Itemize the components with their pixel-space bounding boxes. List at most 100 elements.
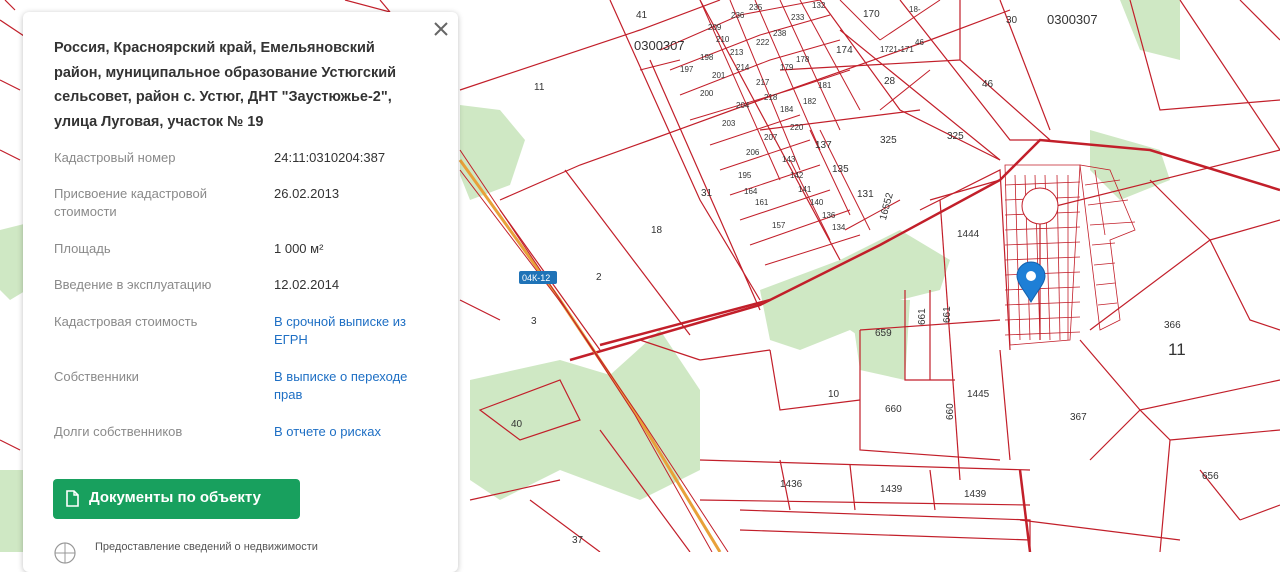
map-label: 200: [700, 89, 714, 98]
map-label: 207: [764, 133, 778, 142]
map-label: 142: [790, 171, 804, 180]
row-value: 24:11:0310204:387: [274, 150, 386, 165]
globe-icon: [54, 542, 76, 564]
map-label: 10: [828, 389, 840, 400]
map-label: 40: [511, 419, 523, 430]
object-address: Россия, Красноярский край, Емельяновский…: [54, 40, 397, 130]
map-label: 11: [1168, 340, 1186, 359]
map-label: 174: [836, 45, 853, 56]
location-marker-icon[interactable]: [1016, 261, 1046, 303]
row-label: Долги собственников: [54, 424, 183, 439]
map-label: 0300307: [634, 38, 685, 53]
map-label: 3: [531, 316, 537, 327]
map-label: 660: [945, 403, 956, 420]
map-label: 204: [736, 101, 750, 110]
map-label: 233: [791, 13, 805, 22]
map-label: 136: [822, 211, 836, 220]
map-label: 46: [982, 79, 994, 90]
map-label: 37: [572, 535, 584, 546]
small-plots-upper: [639, 0, 941, 266]
row-label: Собственники: [54, 369, 139, 384]
row-label: Кадастровый номер: [54, 150, 176, 165]
map-label: 1721-171: [880, 45, 914, 54]
map-label: 367: [1070, 412, 1087, 423]
map-label: 179: [780, 63, 794, 72]
map-label: 195: [738, 171, 752, 180]
svg-text:04К-12: 04К-12: [522, 273, 550, 283]
map-label: 16552: [878, 191, 896, 221]
map-label: 222: [756, 38, 770, 47]
map-label: 161: [755, 198, 769, 207]
cadastral-value-link[interactable]: В срочной выписке из ЕГРН: [274, 313, 434, 349]
map-label: 660: [885, 404, 902, 415]
map-label: 135: [832, 164, 849, 175]
map-label: 18-: [909, 5, 921, 14]
map-label: 1444: [957, 229, 980, 240]
map-label: 213: [730, 48, 744, 57]
risk-report-link[interactable]: В отчете о рисках: [274, 423, 434, 441]
map-label: 201: [712, 71, 726, 80]
map-label: 143: [782, 155, 796, 164]
map-label: 1445: [967, 389, 990, 400]
row-value: 1 000 м²: [274, 241, 324, 256]
footer-text: Предоставление сведений о недвижимости: [95, 541, 318, 553]
map-label: 209: [708, 23, 722, 32]
map-label: 238: [773, 29, 787, 38]
row-label: Площадь: [54, 241, 111, 256]
map-label: 41: [636, 10, 648, 21]
map-label: 30: [1006, 15, 1018, 26]
row-label: Кадастровая стоимость: [54, 314, 198, 329]
close-icon[interactable]: [430, 18, 452, 40]
row-value: 26.02.2013: [274, 186, 340, 201]
map-label: 140: [810, 198, 824, 207]
map-label: 131: [857, 189, 874, 200]
document-icon: [66, 490, 79, 507]
map-label: 141: [798, 185, 812, 194]
map-label: 28: [884, 76, 896, 87]
button-label: Документы по объекту: [89, 489, 261, 506]
map-label: 661: [942, 306, 953, 323]
object-documents-button[interactable]: Документы по объекту: [53, 479, 300, 519]
map-label: 210: [716, 35, 730, 44]
map-label: 218: [764, 93, 778, 102]
map-label: 203: [722, 119, 736, 128]
map-label: 325: [947, 131, 964, 142]
map-label: 366: [1164, 320, 1181, 331]
map-label: 198: [700, 53, 714, 62]
map-label: 181: [818, 81, 832, 90]
map-label: 656: [1202, 471, 1219, 482]
map-label: 31: [701, 188, 713, 199]
round-plot: [1021, 187, 1059, 225]
map-label: 18: [651, 225, 663, 236]
map-label: 182: [803, 97, 817, 106]
map-label: 1439: [880, 484, 903, 495]
map-label: 164: [744, 187, 758, 196]
road-label: 04К-12: [519, 271, 557, 284]
row-label: Введение в эксплуатацию: [54, 277, 212, 292]
map-label: 2: [596, 272, 602, 283]
map-label: 325: [880, 135, 897, 146]
map-label: 214: [736, 63, 750, 72]
map-label: 170: [863, 9, 880, 20]
owners-link[interactable]: В выписке о переходе прав: [274, 368, 434, 404]
map-label: 235: [749, 3, 763, 12]
row-value: 12.02.2014: [274, 277, 340, 292]
map-label: 661: [917, 308, 928, 325]
map-label: 206: [746, 148, 760, 157]
map-label: 137: [815, 140, 832, 151]
map-label: 659: [875, 328, 892, 339]
map-label: 236: [731, 11, 745, 20]
map-label: 178: [796, 55, 810, 64]
map-label: 46: [915, 38, 924, 47]
map-label: 11: [534, 82, 545, 93]
map-label: 1439: [964, 489, 987, 500]
map-label: 220: [790, 123, 804, 132]
object-info-panel: Россия, Красноярский край, Емельяновский…: [23, 12, 458, 572]
map-label: 157: [772, 221, 786, 230]
map-label: 217: [756, 78, 770, 87]
map-label: 197: [680, 65, 694, 74]
map-label: 184: [780, 105, 794, 114]
map-label: 1436: [780, 479, 803, 490]
map-label: 0300307: [1047, 12, 1098, 27]
map-label: 132: [812, 1, 826, 10]
